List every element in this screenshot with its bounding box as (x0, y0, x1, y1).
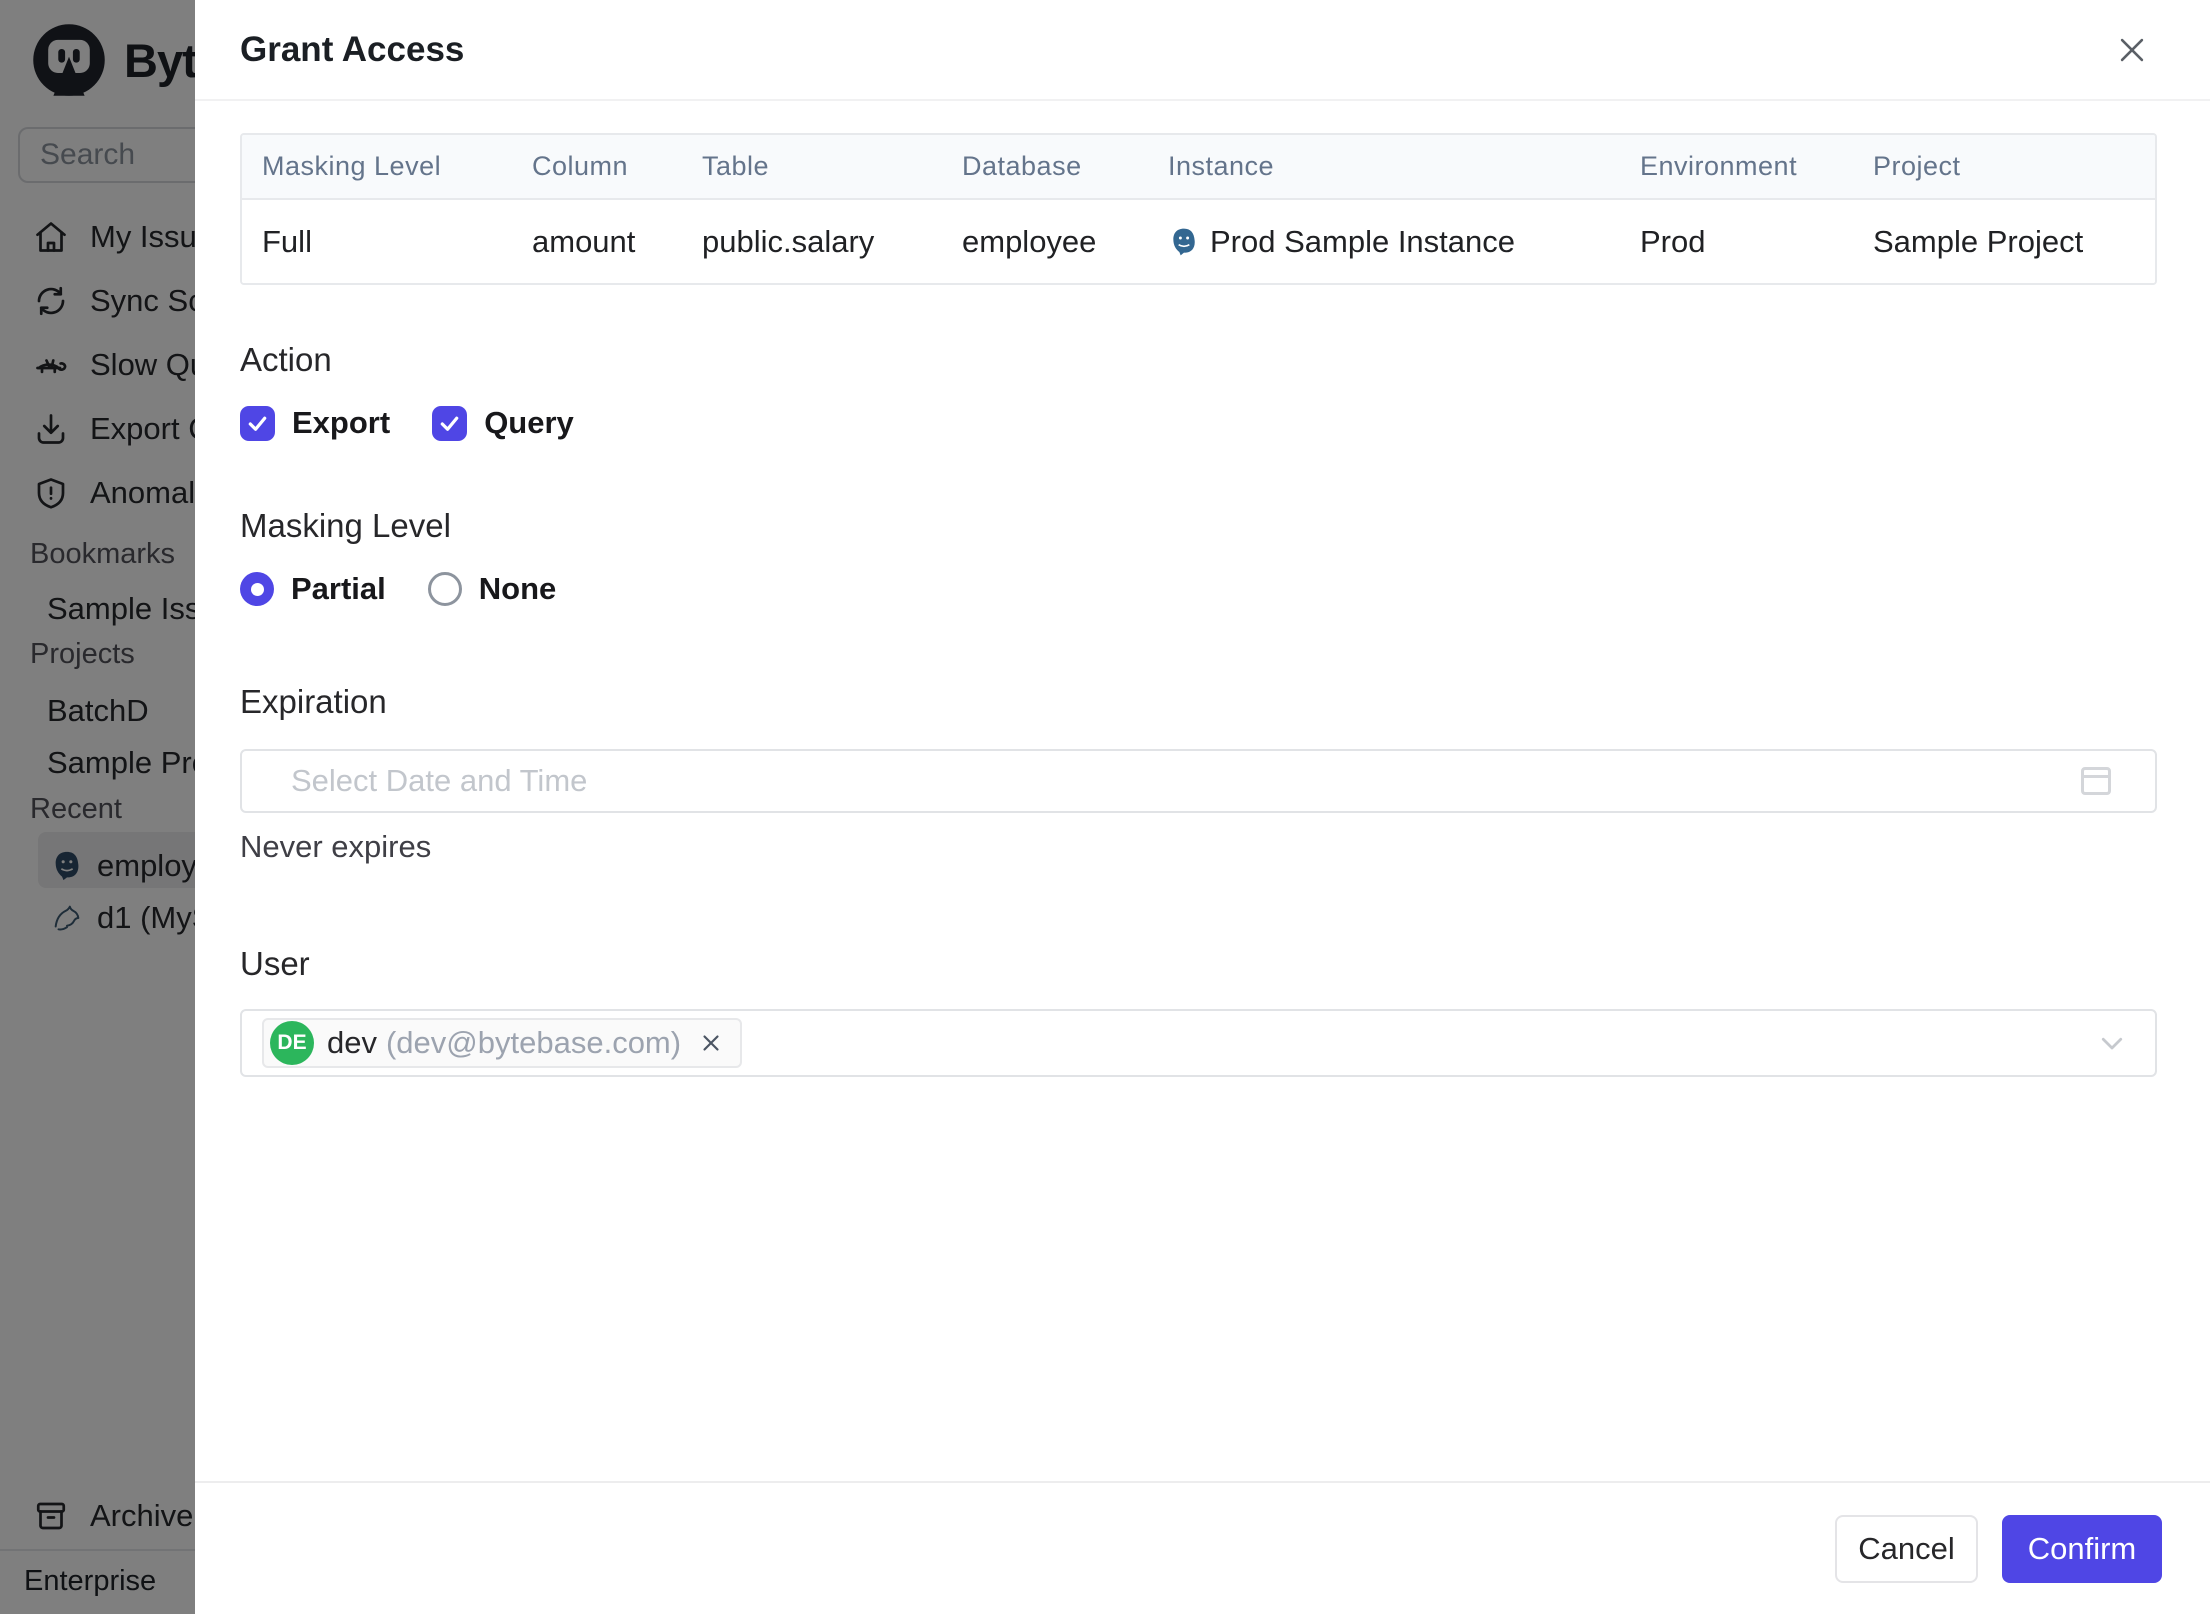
check-icon (248, 416, 267, 431)
expiration-date-picker[interactable] (240, 749, 2157, 813)
user-email: (dev@bytebase.com) (385, 1025, 682, 1060)
query-checkbox[interactable] (432, 405, 468, 441)
grant-access-modal: Grant Access Masking Level Column Table … (195, 0, 2210, 1614)
partial-radio[interactable] (240, 572, 274, 606)
close-icon[interactable] (2110, 28, 2154, 72)
cell-column: amount (532, 223, 636, 259)
cell-instance: Prod Sample Instance (1168, 224, 1640, 260)
export-checkbox-label: Export (292, 405, 391, 440)
user-heading: User (240, 945, 310, 982)
column-header: Instance (1168, 151, 1275, 181)
instance-name: Prod Sample Instance (1210, 223, 1516, 259)
cell-database: employee (962, 223, 1097, 259)
export-checkbox-group[interactable]: Export (240, 405, 390, 441)
check-icon (440, 416, 459, 431)
cell-masking-level: Full (262, 223, 312, 259)
user-tag: DE dev (dev@bytebase.com) (262, 1018, 743, 1068)
export-checkbox[interactable] (240, 405, 275, 441)
expiration-note: Never expires (240, 829, 432, 864)
modal-title: Grant Access (240, 29, 465, 69)
calendar-icon (2081, 767, 2111, 795)
confirm-button[interactable]: Confirm (2002, 1514, 2162, 1583)
remove-user-icon[interactable] (698, 1030, 724, 1056)
user-name: dev (327, 1025, 377, 1060)
chevron-down-icon[interactable] (2097, 1028, 2127, 1058)
cell-environment: Prod (1640, 223, 1706, 259)
expiration-heading: Expiration (240, 683, 387, 720)
cell-project: Sample Project (1873, 223, 2084, 259)
avatar: DE (270, 1021, 314, 1065)
none-radio-label: None (478, 571, 557, 606)
partial-radio-group[interactable]: Partial (240, 571, 386, 607)
expiration-date-input[interactable] (291, 763, 2081, 799)
cell-table: public.salary (702, 223, 875, 259)
column-header: Environment (1640, 151, 1798, 181)
table-row: Full amount public.salary employee Prod … (242, 200, 2155, 283)
query-checkbox-label: Query (484, 405, 574, 440)
partial-radio-label: Partial (291, 571, 386, 606)
postgres-icon (1173, 228, 1195, 255)
column-header: Project (1873, 151, 1961, 181)
user-select[interactable]: DE dev (dev@bytebase.com) (240, 1009, 2157, 1077)
column-header: Table (702, 151, 770, 181)
column-header: Database (962, 151, 1082, 181)
action-heading: Action (240, 341, 332, 378)
grant-target-table: Masking Level Column Table Database Inst… (240, 133, 2157, 285)
cancel-button[interactable]: Cancel (1835, 1514, 1978, 1583)
none-radio[interactable] (427, 572, 462, 606)
none-radio-group[interactable]: None (427, 571, 557, 607)
masking-level-heading: Masking Level (240, 507, 451, 544)
column-header: Column (532, 151, 629, 181)
query-checkbox-group[interactable]: Query (432, 405, 574, 441)
column-header: Masking Level (262, 151, 442, 181)
